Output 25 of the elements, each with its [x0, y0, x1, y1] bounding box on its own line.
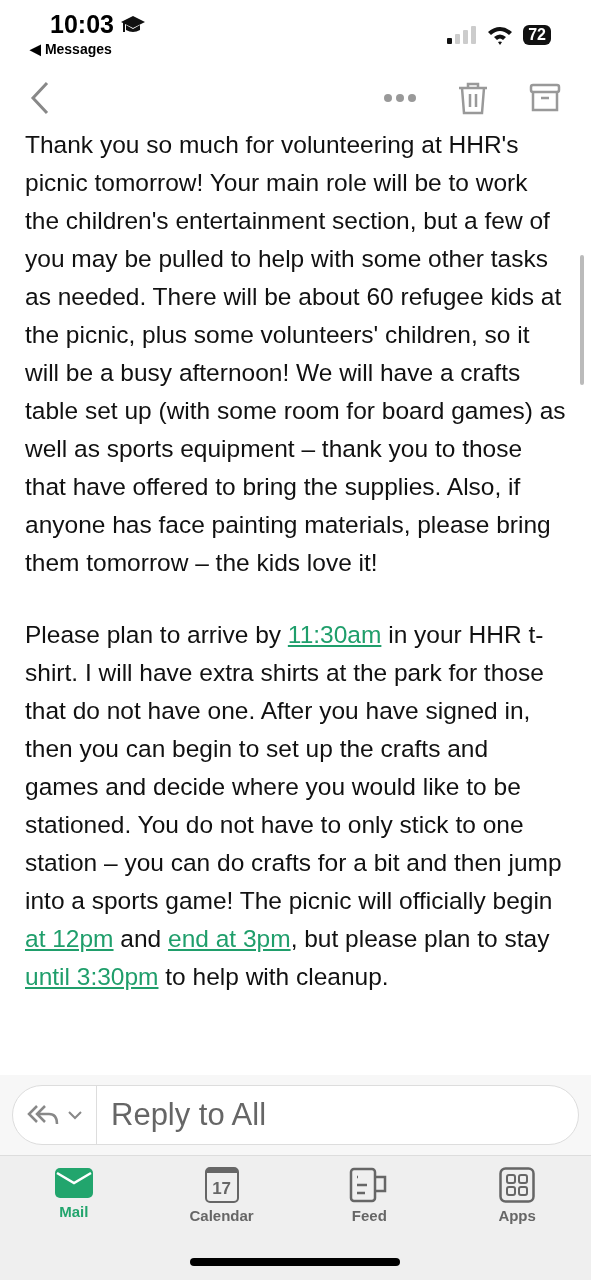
- date-link[interactable]: end at 3pm: [168, 925, 291, 952]
- trash-icon[interactable]: [457, 81, 489, 115]
- wifi-icon: [487, 25, 514, 45]
- signal-icon: [447, 26, 478, 44]
- date-link[interactable]: at 12pm: [25, 925, 114, 952]
- battery-level: 72: [523, 25, 551, 45]
- tab-bar-item[interactable]: 17 Calendar: [147, 1166, 296, 1242]
- date-link[interactable]: until 3:30pm: [25, 963, 159, 990]
- email-paragraph: Please plan to arrive by 11:30am in your HHR t-shirt. I will have extra shirts at the park for those that do not have one. After you have signed in, then you can begin to set up the crafts and games and decide where you would like to be stationed. You do not have to only stick to one station – you can do crafts for a bit and then jump into a sports game! The picnic will officially begin at 12pm and end at 3pm, but please plan to stay until 3:30pm to help with cleanup.: [25, 620, 563, 992]
- email-paragraph: Thank you so much for volunteering at HHR's picnic tomorrow! Your main role will be to work the children's entertainment section, but a few of you may be pulled to help with some other tasks as needed. There will be about 60 refugee kids at the picnic, plus some volunteers' children, so it will be a busy afternoon! We will have a crafts table set up (with some room for board games) as well as sports equipment – thank you to those that have offered to bring the supplies. Also, if anyone has face painting materials, please bring them tomorrow – the kids love it!: [25, 130, 567, 578]
- tab-bar-item[interactable]: Apps: [443, 1166, 591, 1242]
- calendar-icon: 17: [204, 1167, 239, 1203]
- caret-icon: [66, 1110, 83, 1120]
- archive-box-icon[interactable]: [529, 83, 561, 113]
- tab-bar-item[interactable]: Mail: [0, 1166, 148, 1242]
- back-chevron-icon[interactable]: [30, 81, 50, 115]
- back-to-app-link[interactable]: ◀ Messages: [30, 41, 146, 57]
- reply-composer[interactable]: Reply to All: [12, 1085, 579, 1145]
- date-link[interactable]: 11:30am: [287, 621, 382, 648]
- clock-time: 10:03: [50, 10, 114, 39]
- tab-bar-item[interactable]: Feed: [295, 1166, 444, 1242]
- envelope-icon: [53, 1167, 94, 1199]
- more-options-icon[interactable]: [383, 93, 417, 103]
- apps-grid-icon: [499, 1167, 536, 1203]
- reply-all-icon: [26, 1104, 61, 1126]
